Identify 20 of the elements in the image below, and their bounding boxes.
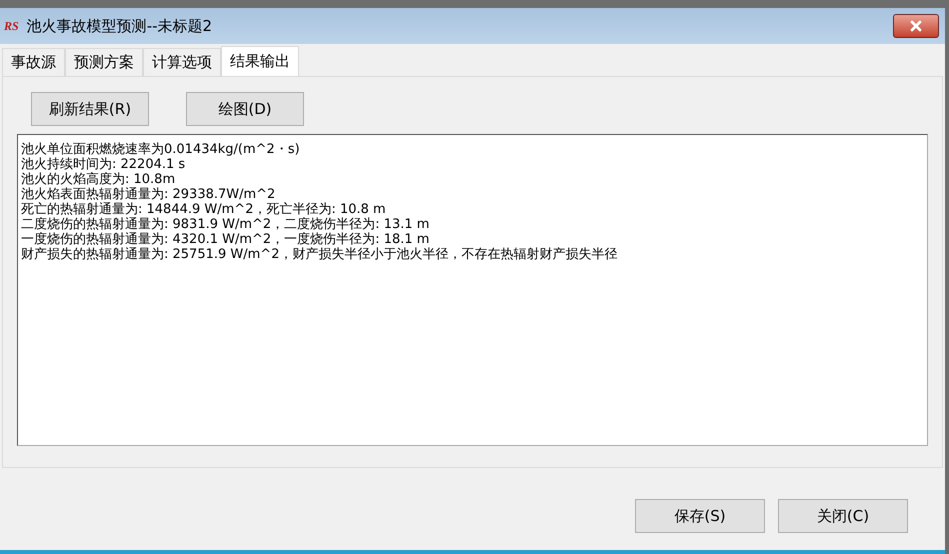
- tab[interactable]: 计算选项: [143, 48, 221, 76]
- result-line: 池火持续时间为: 22204.1 s: [21, 157, 186, 172]
- tab[interactable]: 事故源: [2, 48, 65, 76]
- tab[interactable]: 结果输出: [221, 46, 299, 76]
- result-line: 一度烧伤的热辐射通量为: 4320.1 W/m^2，一度烧伤半径为: 18.1 m: [21, 232, 430, 247]
- dialog-button[interactable]: 关闭(C): [778, 499, 908, 533]
- result-line: 死亡的热辐射通量为: 14844.9 W/m^2，死亡半径为: 10.8 m: [21, 202, 387, 217]
- close-icon: [908, 18, 924, 34]
- close-button[interactable]: [893, 14, 939, 38]
- result-line: 池火单位面积燃烧速率为0.01434kg/(m^2・s): [21, 142, 301, 157]
- app-logo: RS: [4, 18, 19, 35]
- result-line: 池火焰表面热辐射通量为: 29338.7W/m^2: [21, 187, 276, 202]
- tab[interactable]: 预测方案: [65, 48, 143, 76]
- result-line: 池火的火焰高度为: 10.8m: [21, 172, 176, 187]
- dialog-button[interactable]: 保存(S): [635, 499, 765, 533]
- toolbar-button[interactable]: 绘图(D): [186, 92, 304, 126]
- window-title: 池火事故模型预测--未标题2: [26, 16, 212, 37]
- result-line: 财产损失的热辐射通量为: 25751.9 W/m^2，财产损失半径小于池火半径，不存在热辐射财产损失半径: [21, 247, 618, 262]
- result-line: 二度烧伤的热辐射通量为: 9831.9 W/m^2，二度烧伤半径为: 13.1 m: [21, 217, 430, 232]
- toolbar-button[interactable]: 刷新结果(R): [31, 92, 149, 126]
